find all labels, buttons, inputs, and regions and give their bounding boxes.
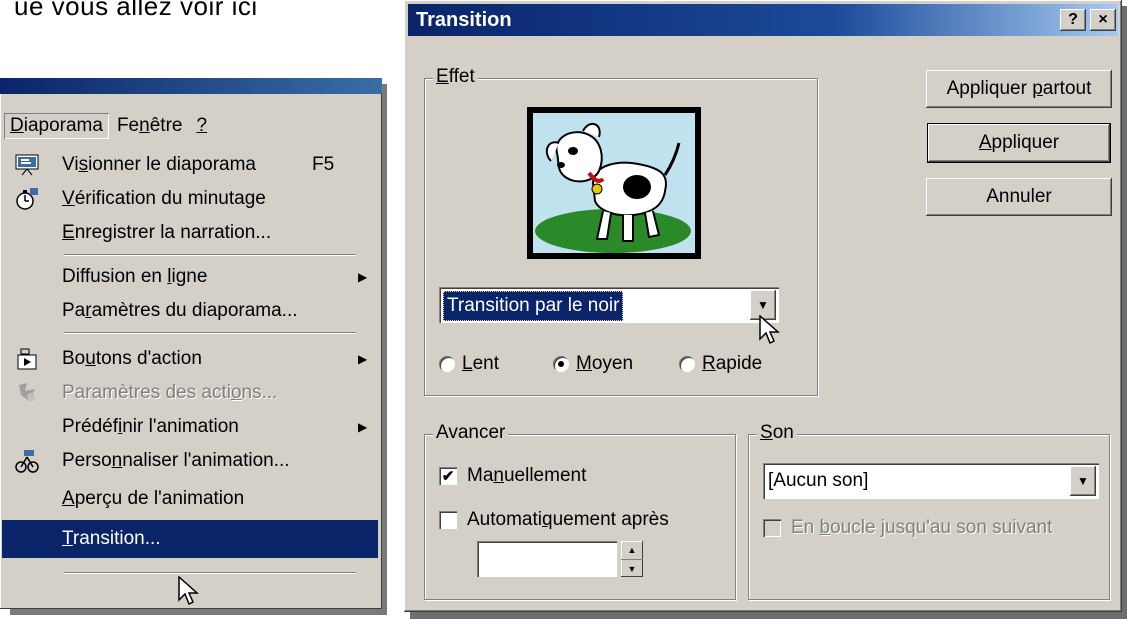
menu-separator [64, 572, 356, 574]
effet-group: Effet Transition par le noir ▼ Lent Moye… [424, 66, 818, 396]
menu-item-label: Vérification du minutage [62, 188, 266, 209]
avancer-group: Avancer ✔ Manuellement Automatiquement a… [424, 422, 736, 600]
menu-item-label: Personnaliser l'animation... [62, 450, 290, 471]
menubar-fenetre[interactable]: Fenêtre [111, 113, 189, 139]
checkbox-label: En boucle jusqu'au son suivant [791, 517, 1053, 538]
menu-separator [64, 254, 356, 256]
avancer-legend: Avancer [433, 422, 509, 444]
mouse-pointer-icon [759, 315, 780, 345]
radio-circle [553, 356, 569, 372]
checkbox-box [763, 519, 781, 537]
radio-label: Lent [462, 353, 499, 374]
mouse-pointer-icon [178, 576, 199, 606]
help-button[interactable]: ? [1060, 9, 1086, 31]
spin-up-icon[interactable]: ▲ [621, 541, 643, 560]
radio-label: Moyen [576, 353, 634, 374]
son-legend: Son [757, 422, 797, 444]
menu-item-shortcut: F5 [312, 154, 335, 175]
sound-select[interactable]: [Aucun son] ▼ [763, 463, 1099, 499]
transition-dialog: Transition ? × Effet Transition par le n… [404, 0, 1122, 612]
menu-item-personnaliser-animation[interactable]: Personnaliser l'animation... [2, 444, 378, 478]
menu-item-label: Transition... [62, 528, 161, 549]
menu-item-label: Diffusion en ligne [62, 266, 208, 287]
radio-label: Rapide [702, 353, 763, 374]
apply-all-button[interactable]: Appliquer partout [926, 70, 1112, 108]
transition-preview-image [527, 107, 701, 259]
chevron-down-icon[interactable]: ▼ [1070, 466, 1096, 496]
close-button[interactable]: × [1090, 9, 1116, 31]
son-group: Son [Aucun son] ▼ En boucle jusqu'au son… [748, 422, 1110, 600]
menu-item-label: Paramètres des actions... [62, 382, 278, 403]
menu-window-titlebar [0, 78, 382, 94]
menu-item-enregistrer-narration[interactable]: Enregistrer la narration... [2, 216, 378, 250]
diaporama-dropdown: Visionner le diaporama F5 Vérification d… [2, 144, 378, 607]
auto-checkbox[interactable]: Automatiquement après [439, 509, 669, 531]
menu-item-diffusion-en-ligne[interactable]: Diffusion en ligne ▶ [2, 260, 378, 294]
speed-radio-lent[interactable]: Lent [439, 353, 499, 375]
menu-item-label: Boutons d'action [62, 348, 202, 369]
menu-item-label: Visionner le diaporama [62, 154, 257, 175]
speed-radio-rapide[interactable]: Rapide [679, 353, 762, 375]
delay-spinner[interactable]: ▲ ▼ [621, 541, 643, 577]
menubar-diaporama[interactable]: Diaporama [4, 113, 109, 139]
dialog-title: Transition [416, 8, 512, 31]
dialog-titlebar: Transition ? × [408, 4, 1118, 36]
menu-item-parametres-actions: Paramètres des actions... [2, 376, 378, 410]
manual-checkbox[interactable]: ✔ Manuellement [439, 465, 586, 487]
menu-item-apercu-animation[interactable]: Aperçu de l'animation [2, 482, 378, 516]
action-settings-icon [14, 380, 40, 406]
delay-input[interactable] [477, 541, 617, 577]
menu-item-label: Enregistrer la narration... [62, 222, 272, 243]
menubar-help[interactable]: ? [190, 113, 213, 139]
checkbox-label: Automatiquement après [467, 509, 669, 530]
diaporama-menu-window: Diaporama Fenêtre ? Visionner le diapora… [0, 78, 382, 609]
cancel-button[interactable]: Annuler [926, 178, 1112, 216]
menu-item-label: Paramètres du diaporama... [62, 300, 298, 321]
sound-select-value: [Aucun son] [768, 470, 869, 491]
menu-item-visionner-diaporama[interactable]: Visionner le diaporama F5 [2, 148, 378, 182]
menu-item-label: Prédéfinir l'animation [62, 416, 239, 437]
menu-item-parametres-diaporama[interactable]: Paramètres du diaporama... [2, 294, 378, 328]
menu-item-verification-minutage[interactable]: Vérification du minutage [2, 182, 378, 216]
submenu-arrow-icon: ▶ [358, 420, 368, 434]
effect-select-value: Transition par le noir [443, 291, 624, 321]
submenu-arrow-icon: ▶ [358, 270, 368, 284]
menu-item-predefinir-animation[interactable]: Prédéfinir l'animation ▶ [2, 410, 378, 444]
speed-radio-moyen[interactable]: Moyen [553, 353, 633, 375]
menu-separator [64, 332, 356, 334]
submenu-arrow-icon: ▶ [358, 352, 368, 366]
cancel-button-label: Annuler [986, 186, 1052, 207]
menu-item-boutons-action[interactable]: Boutons d'action ▶ [2, 342, 378, 376]
checkbox-box [439, 511, 457, 529]
checkbox-box: ✔ [439, 467, 457, 485]
action-buttons-icon [14, 346, 40, 372]
stopwatch-icon [14, 186, 40, 212]
radio-circle [439, 356, 455, 372]
menu-item-transition[interactable]: Transition... [2, 520, 378, 558]
dog-picture-icon [535, 122, 691, 253]
radio-circle [679, 356, 695, 372]
custom-animation-icon [14, 448, 40, 474]
menu-item-label: Aperçu de l'animation [62, 488, 245, 509]
cropped-heading-text: ue vous allez voir ici [14, 0, 258, 21]
apply-button[interactable]: Appliquer [927, 123, 1111, 163]
menubar: Diaporama Fenêtre ? [4, 108, 215, 144]
effect-select[interactable]: Transition par le noir ▼ [439, 287, 779, 323]
spin-down-icon[interactable]: ▼ [621, 560, 643, 578]
slideshow-icon [14, 152, 40, 178]
effet-legend: Effet [433, 66, 478, 88]
checkbox-label: Manuellement [467, 465, 587, 486]
loop-checkbox: En boucle jusqu'au son suivant [763, 517, 1052, 539]
